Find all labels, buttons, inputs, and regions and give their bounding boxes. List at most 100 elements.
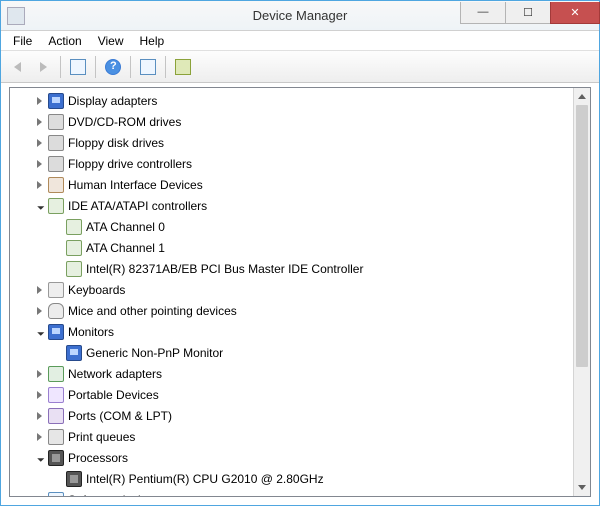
ide-icon	[66, 240, 82, 256]
tree-node-label: Processors	[68, 451, 128, 465]
chevron-right-icon	[37, 181, 42, 189]
tree-node[interactable]: Ports (COM & LPT)	[10, 405, 573, 426]
tree-node[interactable]: ATA Channel 0	[10, 216, 573, 237]
tree-node-label: DVD/CD-ROM drives	[68, 115, 181, 129]
chevron-down-icon	[34, 325, 45, 336]
tree-node[interactable]: Generic Non-PnP Monitor	[10, 342, 573, 363]
titlebar: Device Manager — ☐ ✕	[1, 1, 599, 31]
floppy-icon	[48, 156, 64, 172]
expander[interactable]	[32, 409, 46, 423]
expander[interactable]	[32, 388, 46, 402]
expander[interactable]	[32, 136, 46, 150]
chevron-right-icon	[37, 286, 42, 294]
back-button[interactable]	[5, 55, 29, 79]
chevron-down-icon	[34, 199, 45, 210]
tree-node[interactable]: Floppy disk drives	[10, 132, 573, 153]
close-button[interactable]: ✕	[550, 2, 600, 24]
expander	[50, 220, 64, 234]
expander[interactable]	[32, 199, 46, 213]
tree-node-label: Intel(R) Pentium(R) CPU G2010 @ 2.80GHz	[86, 472, 324, 486]
tree-node-label: ATA Channel 0	[86, 220, 165, 234]
maximize-icon: ☐	[523, 6, 533, 19]
tree-node[interactable]: Mice and other pointing devices	[10, 300, 573, 321]
net-icon	[48, 366, 64, 382]
scan-hardware-button[interactable]	[171, 55, 195, 79]
software-icon	[48, 492, 64, 497]
monitor-icon	[48, 93, 64, 109]
menu-view[interactable]: View	[90, 32, 132, 50]
toolbar-separator	[130, 56, 131, 78]
expander[interactable]	[32, 157, 46, 171]
tree-node[interactable]: Intel(R) Pentium(R) CPU G2010 @ 2.80GHz	[10, 468, 573, 489]
tree-node[interactable]: Processors	[10, 447, 573, 468]
expander[interactable]	[32, 325, 46, 339]
chevron-right-icon	[37, 412, 42, 420]
vertical-scrollbar[interactable]	[573, 88, 590, 496]
scroll-thumb[interactable]	[576, 105, 588, 367]
tree-node-label: Display adapters	[68, 94, 157, 108]
scan-icon	[175, 59, 191, 75]
tree-node-label: Generic Non-PnP Monitor	[86, 346, 223, 360]
tree-node-label: Ports (COM & LPT)	[68, 409, 172, 423]
tree-node[interactable]: Keyboards	[10, 279, 573, 300]
expander[interactable]	[32, 304, 46, 318]
tree-node-label: Monitors	[68, 325, 114, 339]
scroll-down-button[interactable]	[574, 479, 590, 496]
minimize-button[interactable]: —	[460, 2, 506, 24]
expander[interactable]	[32, 94, 46, 108]
scroll-up-button[interactable]	[574, 88, 590, 105]
expander[interactable]	[32, 430, 46, 444]
ide-icon	[48, 198, 64, 214]
app-icon	[7, 7, 25, 25]
tree-node[interactable]: Print queues	[10, 426, 573, 447]
chevron-right-icon	[37, 139, 42, 147]
tree-node[interactable]: ATA Channel 1	[10, 237, 573, 258]
menu-file[interactable]: File	[5, 32, 40, 50]
disk-icon	[48, 114, 64, 130]
tree-node-label: Floppy drive controllers	[68, 157, 192, 171]
toolbar	[1, 51, 599, 83]
tree-node-label: ATA Channel 1	[86, 241, 165, 255]
help-icon	[105, 59, 121, 75]
menu-help[interactable]: Help	[132, 32, 173, 50]
expander[interactable]	[32, 178, 46, 192]
tree-node[interactable]: IDE ATA/ATAPI controllers	[10, 195, 573, 216]
tree-node-label: Keyboards	[68, 283, 125, 297]
maximize-button[interactable]: ☐	[505, 2, 551, 24]
show-hide-tree-button[interactable]	[66, 55, 90, 79]
forward-button[interactable]	[31, 55, 55, 79]
hid-icon	[48, 177, 64, 193]
back-arrow-icon	[14, 62, 21, 72]
forward-arrow-icon	[40, 62, 47, 72]
keyboard-icon	[48, 282, 64, 298]
menu-action[interactable]: Action	[40, 32, 89, 50]
tree-node[interactable]: Software devices	[10, 489, 573, 496]
tree-node[interactable]: Display adapters	[10, 90, 573, 111]
ide-icon	[66, 219, 82, 235]
tree-node[interactable]: Monitors	[10, 321, 573, 342]
expander[interactable]	[32, 451, 46, 465]
menubar: File Action View Help	[1, 31, 599, 51]
toolbar-separator	[95, 56, 96, 78]
toolbar-separator	[165, 56, 166, 78]
expander	[50, 262, 64, 276]
chevron-right-icon	[37, 97, 42, 105]
expander	[50, 346, 64, 360]
device-tree[interactable]: Display adapters DVD/CD-ROM drives Floppy …	[10, 88, 573, 496]
properties-button[interactable]	[136, 55, 160, 79]
tree-node[interactable]: Human Interface Devices	[10, 174, 573, 195]
tree-node[interactable]: Floppy drive controllers	[10, 153, 573, 174]
mouse-icon	[48, 303, 64, 319]
tree-node-label: IDE ATA/ATAPI controllers	[68, 199, 207, 213]
chevron-right-icon	[37, 160, 42, 168]
tree-node[interactable]: Intel(R) 82371AB/EB PCI Bus Master IDE C…	[10, 258, 573, 279]
tree-node[interactable]: Portable Devices	[10, 384, 573, 405]
tree-node[interactable]: Network adapters	[10, 363, 573, 384]
expander[interactable]	[32, 493, 46, 497]
help-button[interactable]	[101, 55, 125, 79]
expander[interactable]	[32, 367, 46, 381]
tree-node[interactable]: DVD/CD-ROM drives	[10, 111, 573, 132]
scroll-track[interactable]	[574, 105, 590, 479]
expander[interactable]	[32, 283, 46, 297]
expander[interactable]	[32, 115, 46, 129]
